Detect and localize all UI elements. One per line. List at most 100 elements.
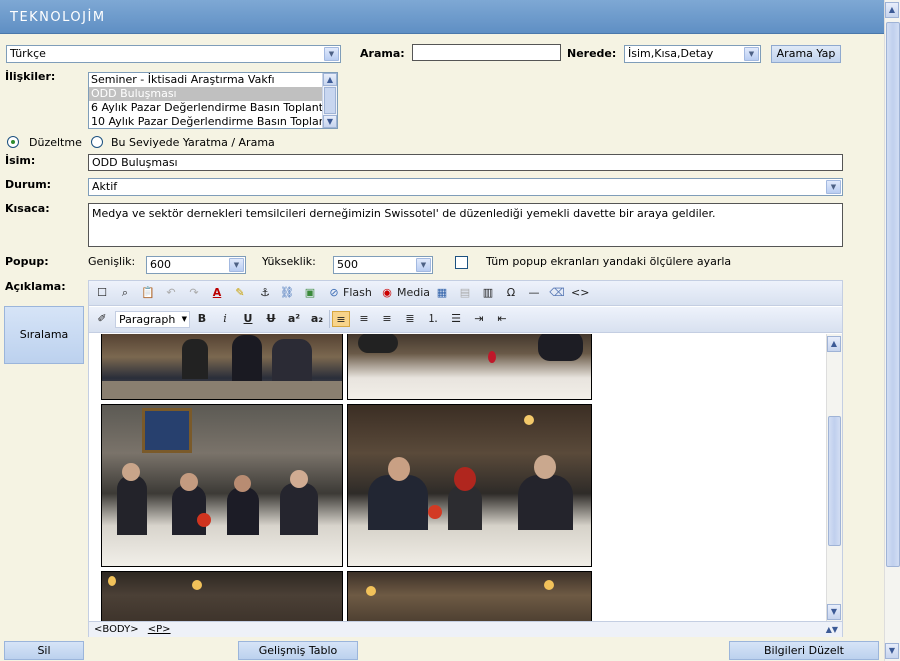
photo-figure bbox=[227, 487, 259, 535]
special-char-icon[interactable]: Ω bbox=[502, 285, 520, 301]
image-icon[interactable]: ▣ bbox=[301, 285, 319, 301]
relations-scroll-thumb[interactable] bbox=[324, 87, 336, 114]
redo-icon[interactable]: ↷ bbox=[185, 285, 203, 301]
brief-textarea[interactable]: Medya ve sektör dernekleri temsilcileri … bbox=[88, 203, 843, 247]
status-select-value: Aktif bbox=[92, 180, 118, 193]
height-select-value: 500 bbox=[337, 258, 358, 271]
scroll-down-icon[interactable]: ▼ bbox=[885, 643, 899, 659]
editor-toolbar-1: ☐ ⌕ 📋 ↶ ↷ A ✎ ⚓ ⛓ ▣ ⊘ Flash ◉ Media ▦ ▤ … bbox=[89, 281, 842, 306]
align-justify-icon[interactable]: ≣ bbox=[401, 311, 419, 327]
path-p[interactable]: <P> bbox=[148, 624, 171, 635]
flash-button[interactable]: Flash bbox=[343, 285, 373, 301]
bold-icon[interactable]: B bbox=[193, 311, 211, 327]
media-icon[interactable]: ◉ bbox=[378, 285, 396, 301]
chevron-down-icon[interactable]: ▼ bbox=[416, 258, 431, 272]
italic-icon[interactable]: i bbox=[216, 311, 234, 327]
scroll-up-icon[interactable]: ▲ bbox=[323, 73, 337, 86]
event-photo bbox=[101, 404, 343, 567]
search-input[interactable] bbox=[412, 44, 561, 61]
delete-button[interactable]: Sil bbox=[4, 641, 84, 660]
table-props-icon[interactable]: ▤ bbox=[456, 285, 474, 301]
list-item[interactable]: ODD Buluşması bbox=[89, 87, 337, 101]
scroll-down-icon[interactable]: ▼ bbox=[827, 604, 841, 620]
photo-lamp bbox=[524, 415, 534, 425]
subscript-icon[interactable]: a₂ bbox=[308, 311, 326, 327]
flash-icon[interactable]: ⊘ bbox=[325, 285, 343, 301]
list-item[interactable]: Seminer - İktisadi Araştırma Vakfı bbox=[89, 73, 337, 87]
outdent-icon[interactable]: ⇤ bbox=[493, 311, 511, 327]
media-button[interactable]: Media bbox=[397, 285, 431, 301]
chevron-down-icon[interactable]: ▼ bbox=[229, 258, 244, 272]
relations-label: İlişkiler: bbox=[5, 70, 56, 83]
width-select[interactable]: 600 ▼ bbox=[146, 256, 246, 274]
popup-all-checkbox[interactable] bbox=[455, 256, 468, 269]
scroll-down-icon[interactable]: ▼ bbox=[323, 115, 337, 128]
search-button[interactable]: Arama Yap bbox=[771, 45, 841, 63]
editor-content[interactable]: ▲ ▼ bbox=[89, 334, 842, 621]
highlight-color-icon[interactable]: ✎ bbox=[231, 285, 249, 301]
ordered-list-icon[interactable]: ⒈ bbox=[424, 311, 442, 327]
editor-scroll-thumb[interactable] bbox=[828, 416, 841, 546]
name-input[interactable]: ODD Buluşması bbox=[88, 154, 843, 171]
chevron-down-icon[interactable]: ▼ bbox=[826, 180, 841, 194]
height-select[interactable]: 500 ▼ bbox=[333, 256, 433, 274]
unordered-list-icon[interactable]: ☰ bbox=[447, 311, 465, 327]
language-select-value: Türkçe bbox=[10, 47, 46, 60]
find-icon[interactable]: ⌕ bbox=[116, 285, 134, 301]
underline-icon[interactable]: U bbox=[239, 311, 257, 327]
horizontal-rule-icon[interactable]: — bbox=[525, 285, 543, 301]
resize-arrows-icon[interactable]: ▲▼ bbox=[826, 622, 838, 637]
list-item[interactable]: 6 Aylık Pazar Değerlendirme Basın Toplan… bbox=[89, 101, 337, 115]
scroll-up-icon[interactable]: ▲ bbox=[885, 2, 899, 18]
popup-label: Popup: bbox=[5, 255, 49, 268]
description-label: Açıklama: bbox=[5, 280, 66, 293]
rich-text-editor: ☐ ⌕ 📋 ↶ ↷ A ✎ ⚓ ⛓ ▣ ⊘ Flash ◉ Media ▦ ▤ … bbox=[88, 280, 843, 637]
style-edit-icon[interactable]: ✐ bbox=[93, 311, 111, 327]
list-item[interactable]: 10 Aylık Pazar Değerlendirme Basın Topla… bbox=[89, 115, 337, 128]
relations-scrollbar[interactable]: ▲ ▼ bbox=[322, 73, 337, 128]
scroll-up-icon[interactable]: ▲ bbox=[827, 336, 841, 352]
event-photo bbox=[347, 571, 592, 621]
align-right-icon[interactable]: ≡ bbox=[378, 311, 396, 327]
html-source-icon[interactable]: <> bbox=[571, 285, 589, 301]
advanced-table-button[interactable]: Gelişmiş Tablo bbox=[238, 641, 358, 660]
photo-face bbox=[180, 473, 198, 491]
paste-icon[interactable]: 📋 bbox=[139, 285, 157, 301]
search-where-select[interactable]: İsim,Kısa,Detay ▼ bbox=[624, 45, 761, 63]
text-color-icon[interactable]: A bbox=[208, 285, 226, 301]
chevron-down-icon[interactable]: ▼ bbox=[744, 47, 759, 61]
indent-icon[interactable]: ⇥ bbox=[470, 311, 488, 327]
eraser-icon[interactable]: ⌫ bbox=[548, 285, 566, 301]
superscript-icon[interactable]: a² bbox=[285, 311, 303, 327]
page-scrollbar[interactable]: ▲ ▼ bbox=[884, 0, 900, 661]
siralama-button[interactable]: Sıralama bbox=[4, 306, 84, 364]
search-where-label: Nerede: bbox=[567, 47, 617, 60]
photo-figure bbox=[448, 485, 482, 530]
create-radio[interactable] bbox=[91, 136, 103, 148]
photo-painting bbox=[142, 408, 192, 453]
save-info-button[interactable]: Bilgileri Düzelt bbox=[729, 641, 879, 660]
popup-all-label: Tüm popup ekranları yandaki ölçülere aya… bbox=[486, 255, 732, 268]
chevron-down-icon[interactable]: ▼ bbox=[324, 47, 339, 61]
format-select[interactable]: Paragraph ▼ bbox=[115, 311, 190, 328]
align-left-icon[interactable]: ≡ bbox=[332, 311, 350, 327]
status-select[interactable]: Aktif ▼ bbox=[88, 178, 843, 196]
table-icon[interactable]: ▦ bbox=[433, 285, 451, 301]
event-photo bbox=[347, 404, 592, 567]
event-photo bbox=[101, 334, 343, 400]
layer-icon[interactable]: ▥ bbox=[479, 285, 497, 301]
relations-listbox[interactable]: Seminer - İktisadi Araştırma Vakfı ODD B… bbox=[88, 72, 338, 129]
radio-dot-icon bbox=[11, 140, 15, 144]
undo-icon[interactable]: ↶ bbox=[162, 285, 180, 301]
align-center-icon[interactable]: ≡ bbox=[355, 311, 373, 327]
language-select[interactable]: Türkçe ▼ bbox=[6, 45, 341, 63]
strikethrough-icon[interactable]: U bbox=[262, 311, 280, 327]
page-scroll-thumb[interactable] bbox=[886, 22, 900, 567]
editor-scrollbar[interactable]: ▲ ▼ bbox=[826, 334, 842, 621]
link-icon[interactable]: ⛓ bbox=[278, 285, 296, 301]
new-document-icon[interactable]: ☐ bbox=[93, 285, 111, 301]
photo-face bbox=[290, 470, 308, 488]
anchor-icon[interactable]: ⚓ bbox=[256, 285, 274, 301]
path-body[interactable]: <BODY> bbox=[94, 624, 139, 635]
edit-radio[interactable] bbox=[7, 136, 19, 148]
